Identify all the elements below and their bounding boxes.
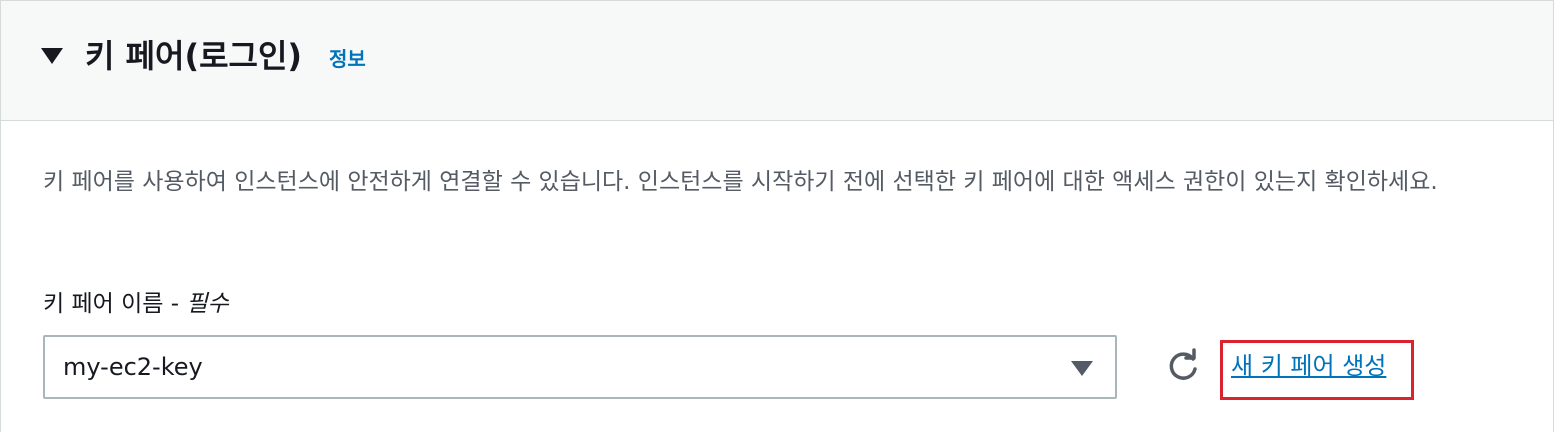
selected-key-pair: my-ec2-key (63, 353, 203, 381)
caret-down-icon[interactable] (41, 48, 63, 64)
field-label-text: 키 페어 이름 - (43, 291, 187, 317)
section-description: 키 페어를 사용하여 인스턴스에 안전하게 연결할 수 있습니다. 인스턴스를 … (43, 169, 1438, 195)
key-pair-panel: 키 페어(로그인) 정보 키 페어를 사용하여 인스턴스에 안전하게 연결할 수… (0, 0, 1554, 432)
create-new-key-pair-link[interactable]: 새 키 페어 생성 (1231, 349, 1386, 383)
refresh-button[interactable] (1163, 347, 1203, 387)
info-link[interactable]: 정보 (329, 45, 366, 73)
required-marker: 필수 (186, 291, 229, 317)
panel-header[interactable]: 키 페어(로그인) 정보 (1, 1, 1553, 121)
panel-title: 키 페어(로그인) (85, 37, 303, 75)
chevron-down-icon (1071, 361, 1093, 376)
key-pair-select[interactable]: my-ec2-key (43, 335, 1117, 399)
refresh-icon (1169, 348, 1197, 380)
key-pair-name-label: 키 페어 이름 - 필수 (43, 287, 229, 321)
